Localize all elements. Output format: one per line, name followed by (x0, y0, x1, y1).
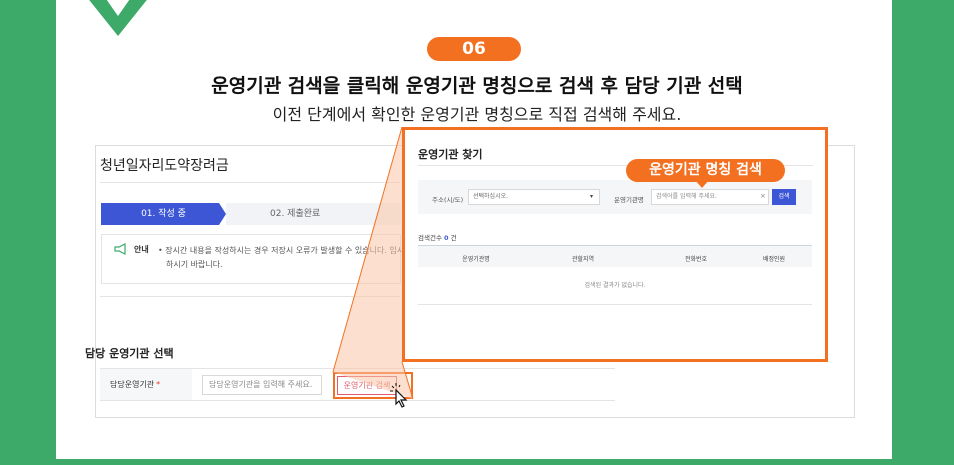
agency-name-input[interactable]: 검색어를 입력해 주세요. (651, 189, 769, 205)
result-count-value: 0 (444, 234, 449, 242)
notice-label: 안내 (134, 245, 149, 254)
step-submitted: 02. 제출완료 (226, 203, 401, 225)
green-left-border (0, 0, 56, 465)
clear-icon[interactable]: × (760, 192, 766, 200)
column-header-assigned: 배정인원 (762, 256, 786, 263)
agency-label-text: 담당운영기관 (110, 380, 155, 389)
region-label: 주소(시/도) (432, 196, 464, 204)
green-right-border (892, 0, 954, 465)
chevron-down-icon: ▾ (590, 193, 594, 200)
callout-label: 운영기관 명칭 검색 (626, 159, 785, 182)
result-count-unit: 건 (450, 234, 457, 242)
page-title: 청년일자리도약장려금 (100, 158, 229, 174)
modal-search-button[interactable]: 검색 (772, 189, 796, 205)
agency-name-label: 운영기관명 (614, 196, 644, 204)
progress-stepper: 01. 작성 중 02. 제출완료 (101, 203, 401, 225)
modal-title: 운영기관 찾기 (418, 148, 483, 161)
step-number-badge: 06 (427, 37, 521, 61)
result-count: 검색건수 0 건 (418, 232, 457, 242)
notice-line-2: 하시기 바랍니다. (166, 260, 223, 269)
callout-tail (695, 180, 709, 188)
result-count-label: 검색건수 (418, 234, 442, 242)
checkmark-icon (89, 0, 147, 36)
region-select[interactable]: 선택하십시오. (468, 189, 600, 205)
notice-line-1: • 장시간 내용을 작성하시는 경우 저장시 오류가 발생할 수 있습니다. 임… (158, 246, 402, 255)
agency-input[interactable]: 담당운영기관을 입력해 주세요. (202, 375, 322, 395)
step-writing: 01. 작성 중 (101, 203, 226, 225)
green-bottom-border (0, 459, 954, 465)
empty-result-row: 검색된 결과가 없습니다. (418, 267, 812, 305)
notice-box: 안내 • 장시간 내용을 작성하시는 경우 저장시 오류가 발생할 수 있습니다… (101, 234, 402, 284)
title-divider (100, 182, 400, 183)
required-mark: * (156, 380, 161, 389)
column-header-region: 관할지역 (571, 256, 595, 263)
notice-text: • 장시간 내용을 작성하시는 경우 저장시 오류가 발생할 수 있습니다. 임… (158, 244, 402, 272)
section-title: 담당 운영기관 선택 (85, 347, 174, 360)
instruction-headline: 운영기관 검색을 클릭해 운영기관 명칭으로 검색 후 담당 기관 선택 (211, 75, 743, 97)
click-cursor-icon (390, 383, 408, 408)
column-header-phone: 전화번호 (684, 256, 708, 263)
column-header-name: 운영기관명 (462, 256, 490, 263)
instruction-subline: 이전 단계에서 확인한 운영기관 명칭으로 직접 검색해 주세요. (272, 105, 682, 124)
agency-field-label: 담당운영기관 * (100, 369, 192, 400)
megaphone-icon (114, 243, 126, 255)
section-divider (100, 296, 400, 297)
